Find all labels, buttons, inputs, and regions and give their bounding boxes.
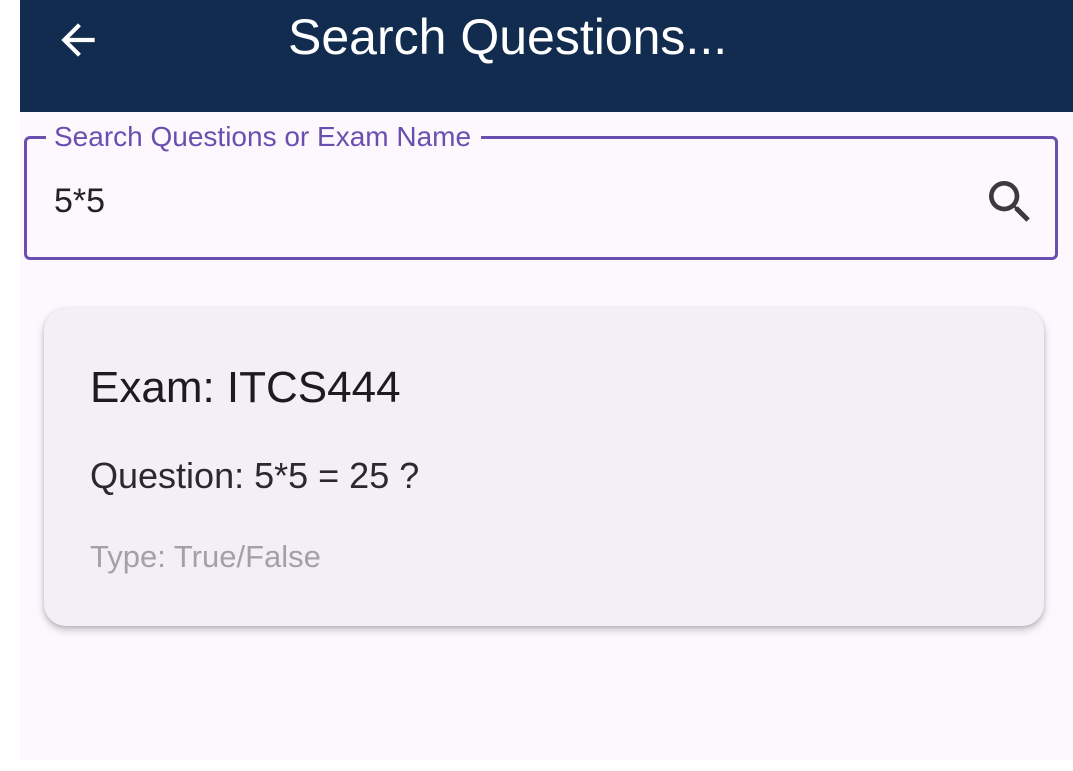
arrow-left-icon <box>61 23 95 57</box>
app-bar: Search Questions... <box>20 0 1073 112</box>
search-icon <box>989 181 1030 222</box>
search-button[interactable] <box>978 170 1042 234</box>
back-button[interactable] <box>48 12 108 68</box>
exam-name: Exam: ITCS444 <box>90 363 401 412</box>
page-title: Search Questions... <box>288 9 728 65</box>
question-text: Question: 5*5 = 25 ? <box>90 455 420 496</box>
result-card[interactable]: Exam: ITCS444 Question: 5*5 = 25 ? Type:… <box>44 308 1044 626</box>
search-input[interactable] <box>54 176 934 226</box>
question-type: Type: True/False <box>90 539 321 574</box>
search-screen: Search Questions... Search Questions or … <box>20 0 1073 760</box>
search-field-label: Search Questions or Exam Name <box>46 120 482 154</box>
